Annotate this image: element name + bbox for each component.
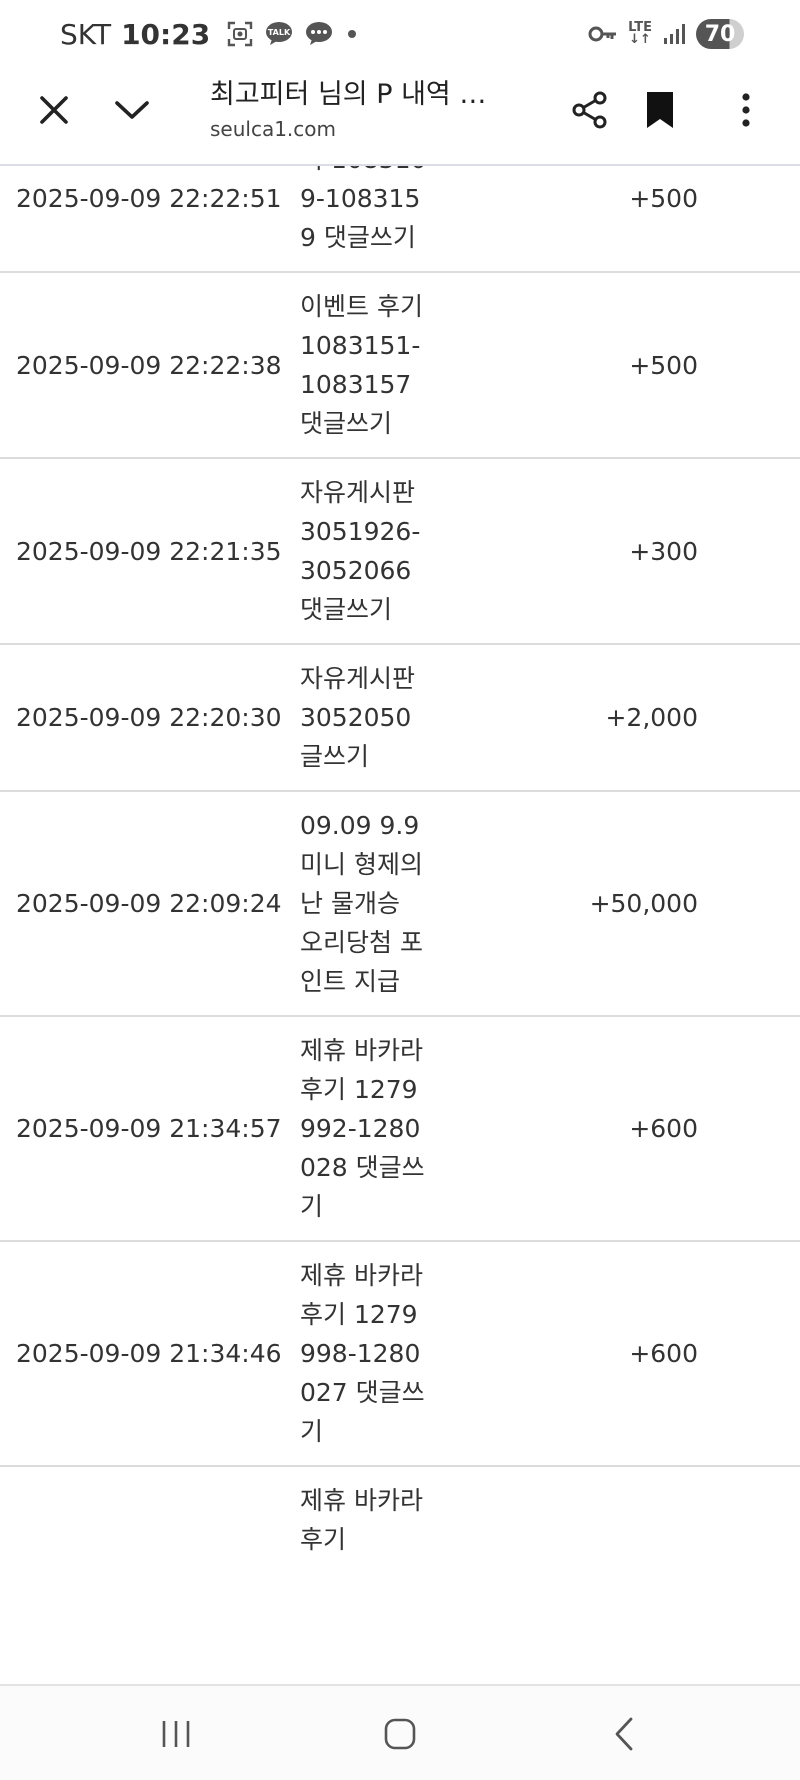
row-description: 자유게시판 3051926-3052066 댓글쓰기: [300, 478, 421, 624]
table-row: 2025-09-09 21:34:57 제휴 바카라후기 1279992-128…: [0, 1017, 800, 1242]
table-row: 2025-09-09 21:34:46 제휴 바카라후기 1279998-128…: [0, 1242, 800, 1467]
close-icon: [40, 96, 68, 124]
battery-icon: 70: [696, 19, 744, 49]
row-points: +500: [629, 184, 698, 213]
status-bar: SKT 10:23 TALK LTE ↓↑ 70: [0, 0, 800, 68]
row-description: 제휴 바카라후기: [300, 1486, 423, 1554]
signal-icon: [662, 22, 686, 46]
recent-apps-button[interactable]: [146, 1706, 206, 1762]
back-button[interactable]: [594, 1706, 654, 1762]
system-navigation-bar: [0, 1684, 800, 1780]
carrier-label: SKT: [60, 17, 112, 51]
svg-text:TALK: TALK: [268, 28, 291, 37]
row-date: 2025-09-09 22:21:35: [16, 536, 282, 566]
row-description: 09.09 9.9 미니 형제의난 물개승 오리당첨 포인트 지급: [300, 811, 423, 996]
battery-level: 70: [704, 21, 736, 47]
row-description: 기 1083109-1083159 댓글쓰기: [300, 166, 426, 252]
row-description: 제휴 바카라후기 1279998-1280027 댓글쓰기: [300, 1261, 425, 1446]
more-vert-icon: [742, 93, 750, 127]
row-date: 2025-09-09 22:22:38: [16, 350, 282, 380]
status-left: SKT 10:23 TALK: [60, 18, 360, 51]
custom-tab-toolbar: 최고피터 님의 P 내역 … seulca1.com: [0, 68, 800, 166]
points-history-list[interactable]: 2025-09-09 22:22:51 기 1083109-1083159 댓글…: [0, 166, 800, 1684]
share-button[interactable]: [560, 80, 620, 140]
kakaotalk-icon: TALK: [264, 20, 294, 48]
more-options-button[interactable]: [716, 80, 776, 140]
row-description: 자유게시판 3052050 글쓰기: [300, 664, 416, 771]
minimize-button[interactable]: [102, 80, 162, 140]
home-button[interactable]: [370, 1706, 430, 1762]
bookmark-button[interactable]: [630, 80, 690, 140]
chevron-down-icon: [115, 101, 149, 119]
vpn-key-icon: [588, 24, 618, 44]
row-date: 2025-09-09 21:34:57: [16, 1114, 282, 1143]
row-points: +600: [629, 1339, 698, 1368]
table-row: 2025-09-09 22:21:35 자유게시판 3051926-305206…: [0, 459, 800, 645]
screenshot-icon: [226, 20, 254, 48]
page-url: seulca1.com: [210, 117, 337, 141]
chat-bubble-icon: [304, 20, 334, 48]
home-icon: [384, 1718, 416, 1750]
table-row: 2025-09-09 22:22:38 이벤트 후기 1083151-10831…: [0, 273, 800, 459]
data-arrows-icon: ↓↑: [629, 32, 651, 47]
share-icon: [572, 91, 607, 129]
row-points: +300: [629, 536, 698, 566]
table-row: 2025-09-09 22:22:51 기 1083109-1083159 댓글…: [0, 166, 800, 273]
page-title: 최고피터 님의 P 내역 …: [210, 79, 487, 110]
bookmark-icon: [647, 92, 673, 128]
recent-apps-icon: [162, 1721, 190, 1747]
dot-icon: [344, 26, 360, 42]
table-row: 제휴 바카라후기: [0, 1467, 800, 1573]
clock: 10:23: [121, 17, 211, 51]
status-right: LTE ↓↑ 70: [588, 19, 744, 49]
row-date: 2025-09-09 22:09:24: [16, 889, 282, 918]
row-points: +2,000: [605, 703, 698, 732]
network-indicator: LTE ↓↑: [628, 21, 652, 47]
table-row: 2025-09-09 22:20:30 자유게시판 3052050 글쓰기 +2…: [0, 645, 800, 792]
row-description: 이벤트 후기 1083151-1083157 댓글쓰기: [300, 292, 423, 438]
row-date: 2025-09-09 22:22:51: [16, 184, 282, 213]
row-points: +600: [629, 1114, 698, 1143]
row-points: +500: [629, 350, 698, 380]
title-block: 최고피터 님의 P 내역 … seulca1.com: [210, 76, 510, 144]
row-description: 제휴 바카라후기 1279992-1280028 댓글쓰기: [300, 1036, 425, 1221]
close-button[interactable]: [24, 80, 84, 140]
back-icon: [615, 1717, 633, 1751]
rows-container: 2025-09-09 22:22:51 기 1083109-1083159 댓글…: [0, 166, 800, 1573]
table-row: 2025-09-09 22:09:24 09.09 9.9 미니 형제의난 물개…: [0, 792, 800, 1017]
row-points: +50,000: [589, 889, 698, 918]
row-date: 2025-09-09 22:20:30: [16, 703, 282, 732]
row-date: 2025-09-09 21:34:46: [16, 1339, 282, 1368]
